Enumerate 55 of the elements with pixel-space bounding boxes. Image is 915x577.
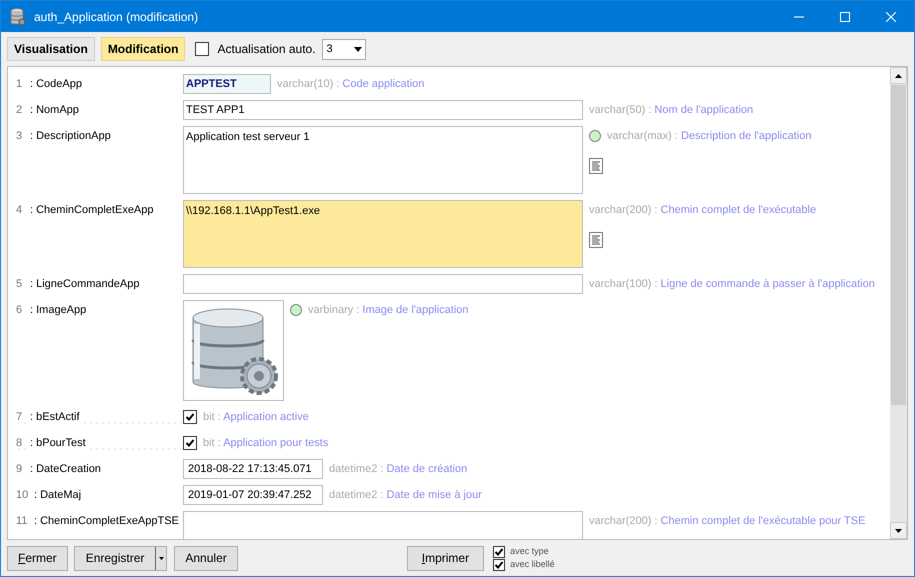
database-icon xyxy=(10,8,26,26)
close-icon xyxy=(886,12,896,22)
field-number: 4 xyxy=(16,203,24,218)
document-icon[interactable] xyxy=(589,158,603,174)
field-checkbox[interactable] xyxy=(183,410,197,424)
field-hint: varchar(50) : Nom de l'application xyxy=(589,103,754,118)
field-number: 7 xyxy=(16,410,24,425)
option-checkbox[interactable] xyxy=(493,558,506,570)
field-number: 6 xyxy=(16,303,24,318)
print-button[interactable]: Imprimer xyxy=(406,546,484,570)
caret-icon xyxy=(354,46,362,52)
field-hint: varchar(10) : Code application xyxy=(277,77,424,92)
scrollbar[interactable] xyxy=(890,67,907,539)
scroll-down-icon[interactable] xyxy=(895,528,902,532)
text-area[interactable]: \\192.168.1.1\AppTest1.exe xyxy=(183,200,583,268)
field-number: 9 xyxy=(16,462,24,477)
field-hint: varchar(100) : Ligne de commande à passer à l'application xyxy=(589,277,875,292)
field-number: 2 xyxy=(16,103,24,118)
option-checkbox[interactable] xyxy=(493,546,506,558)
input-field[interactable]: TEST APP1 xyxy=(183,100,583,120)
field-number: 8 xyxy=(16,436,24,451)
window-title: auth_Application (modification) xyxy=(34,8,198,26)
document-icon[interactable] xyxy=(589,232,603,248)
field-number: 10 xyxy=(16,488,30,503)
mode-tab[interactable]: Visualisation xyxy=(7,37,95,61)
field-number: 5 xyxy=(16,277,24,292)
field-checkbox[interactable] xyxy=(183,436,197,450)
input-field[interactable] xyxy=(183,274,583,294)
date-field[interactable]: 2019-01-07 20:39:47.252 xyxy=(183,485,323,505)
footer-button[interactable]: Fermer xyxy=(7,546,68,570)
maximize-icon xyxy=(840,12,850,22)
scroll-up-icon[interactable] xyxy=(895,74,902,78)
field-hint: varchar(max) : Description de l'application xyxy=(607,129,812,144)
text-area[interactable]: Application test serveur 1 xyxy=(183,126,583,194)
field-hint: datetime2 : Date de mise à jour xyxy=(329,488,482,503)
field-hint: datetime2 : Date de création xyxy=(329,462,468,477)
field-number: 3 xyxy=(16,129,24,144)
date-field[interactable]: 2018-08-22 17:13:45.071 xyxy=(183,459,323,479)
save-split-button[interactable]: Enregistrer xyxy=(74,546,168,570)
caret-icon[interactable] xyxy=(158,556,164,560)
field-hint: varbinary : Image de l'application xyxy=(308,303,468,318)
mode-tab[interactable]: Modification xyxy=(100,37,186,61)
auto-refresh-checkbox[interactable] xyxy=(195,42,210,56)
field-hint: bit : Application pour tests xyxy=(203,436,328,451)
field-hint: varchar(200) : Chemin complet de l'exécutable xyxy=(589,203,816,218)
field-hint: bit : Application active xyxy=(203,410,309,425)
footer-button[interactable]: Annuler xyxy=(174,546,238,570)
input-field[interactable]: APPTEST xyxy=(183,74,271,94)
option-label: avec libellé xyxy=(510,558,555,571)
interval-dropdown[interactable]: 3 xyxy=(322,38,366,60)
auto-refresh-label: Actualisation auto. xyxy=(217,41,316,58)
field-number: 1 xyxy=(16,77,24,92)
option-label: avec type xyxy=(510,545,549,558)
field-hint: varchar(200) : Chemin complet de l'exécutable pour TSE xyxy=(589,514,866,529)
field-number: 11 xyxy=(16,514,28,529)
